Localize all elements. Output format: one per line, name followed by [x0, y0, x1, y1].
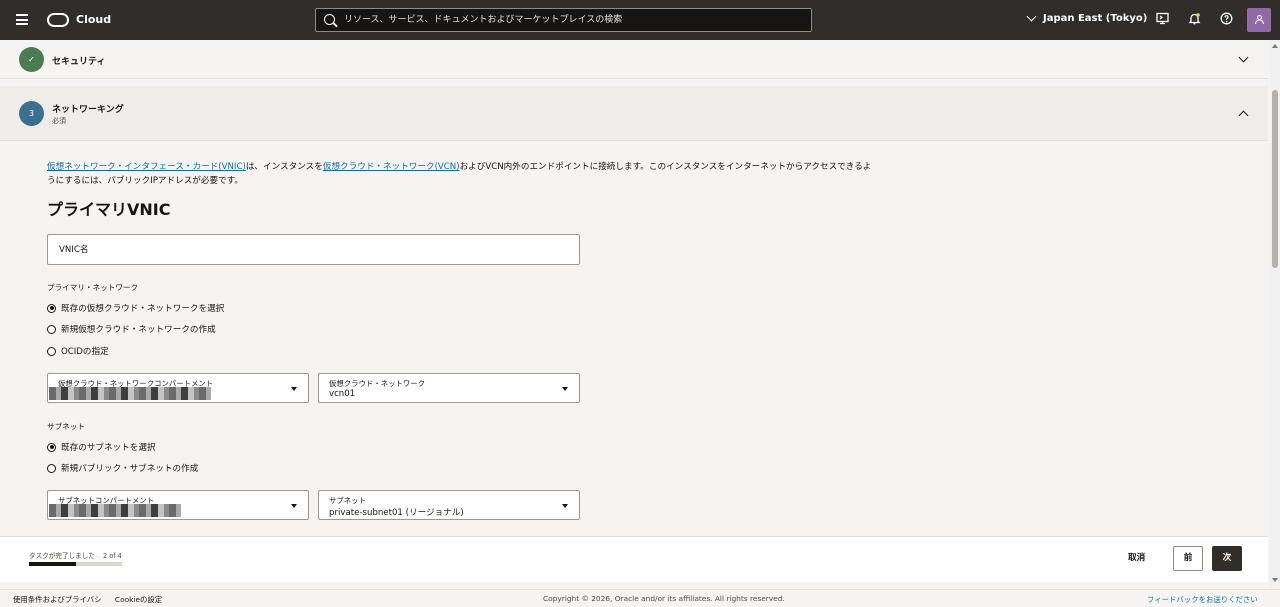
brand-name[interactable]: Cloud [76, 13, 111, 26]
terms-privacy-link[interactable]: 使用条件およびプライバシ [13, 595, 102, 604]
radio-label: 新規仮想クラウド・ネットワークの作成 [61, 325, 216, 335]
chevron-down-icon[interactable] [1238, 52, 1249, 63]
scrollbar-thumb[interactable] [1272, 90, 1278, 268]
wizard-action-bar: タスクが完了しました 2 of 4 取消 前 次 [0, 536, 1268, 582]
radio-button-selected[interactable] [47, 303, 56, 313]
step-security-title: セキュリティ [52, 57, 106, 67]
footer-links: 使用条件およびプライバシ Cookieの設定 [13, 594, 173, 605]
redacted-value [49, 387, 211, 400]
radio-select-existing-subnet[interactable]: 既存のサブネットを選択 [47, 441, 156, 453]
vnic-doc-link[interactable]: 仮想ネットワーク・インタフェース・カード(VNIC) [47, 162, 246, 172]
select-label: 仮想クラウド・ネットワーク [329, 379, 426, 388]
radio-button[interactable] [47, 346, 56, 356]
task-progress-label: タスクが完了しました 2 of 4 [29, 550, 122, 560]
vcn-doc-link[interactable]: 仮想クラウド・ネットワーク(VCN) [323, 162, 460, 172]
region-selector[interactable]: Japan East (Tokyo) [1026, 11, 1148, 24]
scroll-down-arrow-icon[interactable] [1272, 578, 1278, 582]
copyright-text: Copyright © 2026, Oracle and/or its affi… [543, 594, 785, 603]
cloud-shell-icon[interactable] [1155, 12, 1170, 27]
radio-button[interactable] [47, 324, 56, 334]
select-value: vcn01 [329, 389, 356, 399]
vcn-select[interactable]: 仮想クラウド・ネットワーク vcn01 [318, 373, 580, 403]
feedback-link[interactable]: フィードバックをお送りください [1147, 594, 1258, 605]
page-scrollbar[interactable] [1270, 40, 1280, 590]
cookie-settings-link[interactable]: Cookieの設定 [115, 595, 162, 604]
search-input[interactable] [344, 9, 804, 31]
chevron-down-icon [1026, 11, 1037, 22]
check-icon: ✓ [19, 47, 44, 72]
subnet-label: サブネット [47, 422, 85, 431]
required-label: 必須 [52, 117, 66, 125]
vcn-compartment-select[interactable]: 仮想クラウド・ネットワークコンパートメント [47, 373, 309, 403]
previous-button[interactable]: 前 [1173, 546, 1203, 571]
radio-button-selected[interactable] [47, 442, 56, 452]
radio-create-public-subnet[interactable]: 新規パブリック・サブネットの作成 [47, 462, 198, 474]
scroll-up-arrow-icon[interactable] [1272, 44, 1278, 48]
step-security-header[interactable]: ✓ セキュリティ [0, 40, 1268, 79]
top-navigation-bar: Cloud Japan East (Tokyo) [0, 0, 1280, 40]
radio-button[interactable] [47, 463, 56, 473]
caret-down-icon [291, 504, 297, 508]
caret-down-icon [562, 504, 568, 508]
radio-label: OCIDの指定 [61, 347, 109, 357]
description-text: は、インスタンスを [245, 162, 323, 172]
search-box[interactable] [315, 8, 812, 32]
oracle-logo-icon[interactable] [47, 13, 69, 27]
chevron-up-icon[interactable] [1238, 110, 1249, 121]
step-networking-title: ネットワーキング [52, 105, 124, 115]
vnic-name-input[interactable] [47, 234, 580, 265]
notifications-icon[interactable] [1187, 12, 1202, 27]
radio-label: 新規パブリック・サブネットの作成 [61, 464, 199, 474]
networking-description: 仮想ネットワーク・インタフェース・カード(VNIC)は、インスタンスを仮想クラウ… [47, 160, 877, 188]
help-icon[interactable] [1219, 12, 1234, 27]
progress-fill [29, 562, 76, 566]
task-label-text: タスクが完了しました [29, 552, 95, 560]
menu-icon[interactable] [16, 14, 28, 25]
radio-label: 既存のサブネットを選択 [61, 443, 156, 453]
caret-down-icon [562, 387, 568, 391]
page-footer: 使用条件およびプライバシ Cookieの設定 Copyright © 2026,… [0, 589, 1280, 607]
caret-down-icon [291, 387, 297, 391]
networking-section-body: 仮想ネットワーク・インタフェース・カード(VNIC)は、インスタンスを仮想クラウ… [0, 141, 1268, 536]
radio-specify-ocid[interactable]: OCIDの指定 [47, 345, 109, 357]
subnet-compartment-select[interactable]: サブネットコンパートメント [47, 490, 309, 520]
primary-vnic-heading: プライマリVNIC [47, 200, 171, 219]
redacted-value [49, 504, 181, 517]
search-icon [324, 14, 335, 25]
next-button[interactable]: 次 [1212, 546, 1242, 571]
radio-select-existing-vcn[interactable]: 既存の仮想クラウド・ネットワークを選択 [47, 302, 224, 314]
select-value: private-subnet01 (リージョナル) [329, 508, 464, 518]
cancel-button[interactable]: 取消 [1128, 551, 1145, 563]
task-count: 2 of 4 [102, 552, 122, 560]
radio-create-new-vcn[interactable]: 新規仮想クラウド・ネットワークの作成 [47, 323, 216, 335]
select-label: サブネット [329, 496, 366, 505]
user-avatar-icon[interactable] [1247, 8, 1271, 32]
task-progress-bar [29, 562, 122, 566]
primary-network-label: プライマリ・ネットワーク [47, 283, 139, 292]
region-label: Japan East (Tokyo) [1043, 13, 1148, 24]
subnet-select[interactable]: サブネット private-subnet01 (リージョナル) [318, 490, 580, 520]
step-networking-header[interactable]: 3 ネットワーキング 必須 [0, 86, 1268, 141]
radio-label: 既存の仮想クラウド・ネットワークを選択 [61, 304, 225, 314]
step-number-badge: 3 [19, 101, 44, 126]
